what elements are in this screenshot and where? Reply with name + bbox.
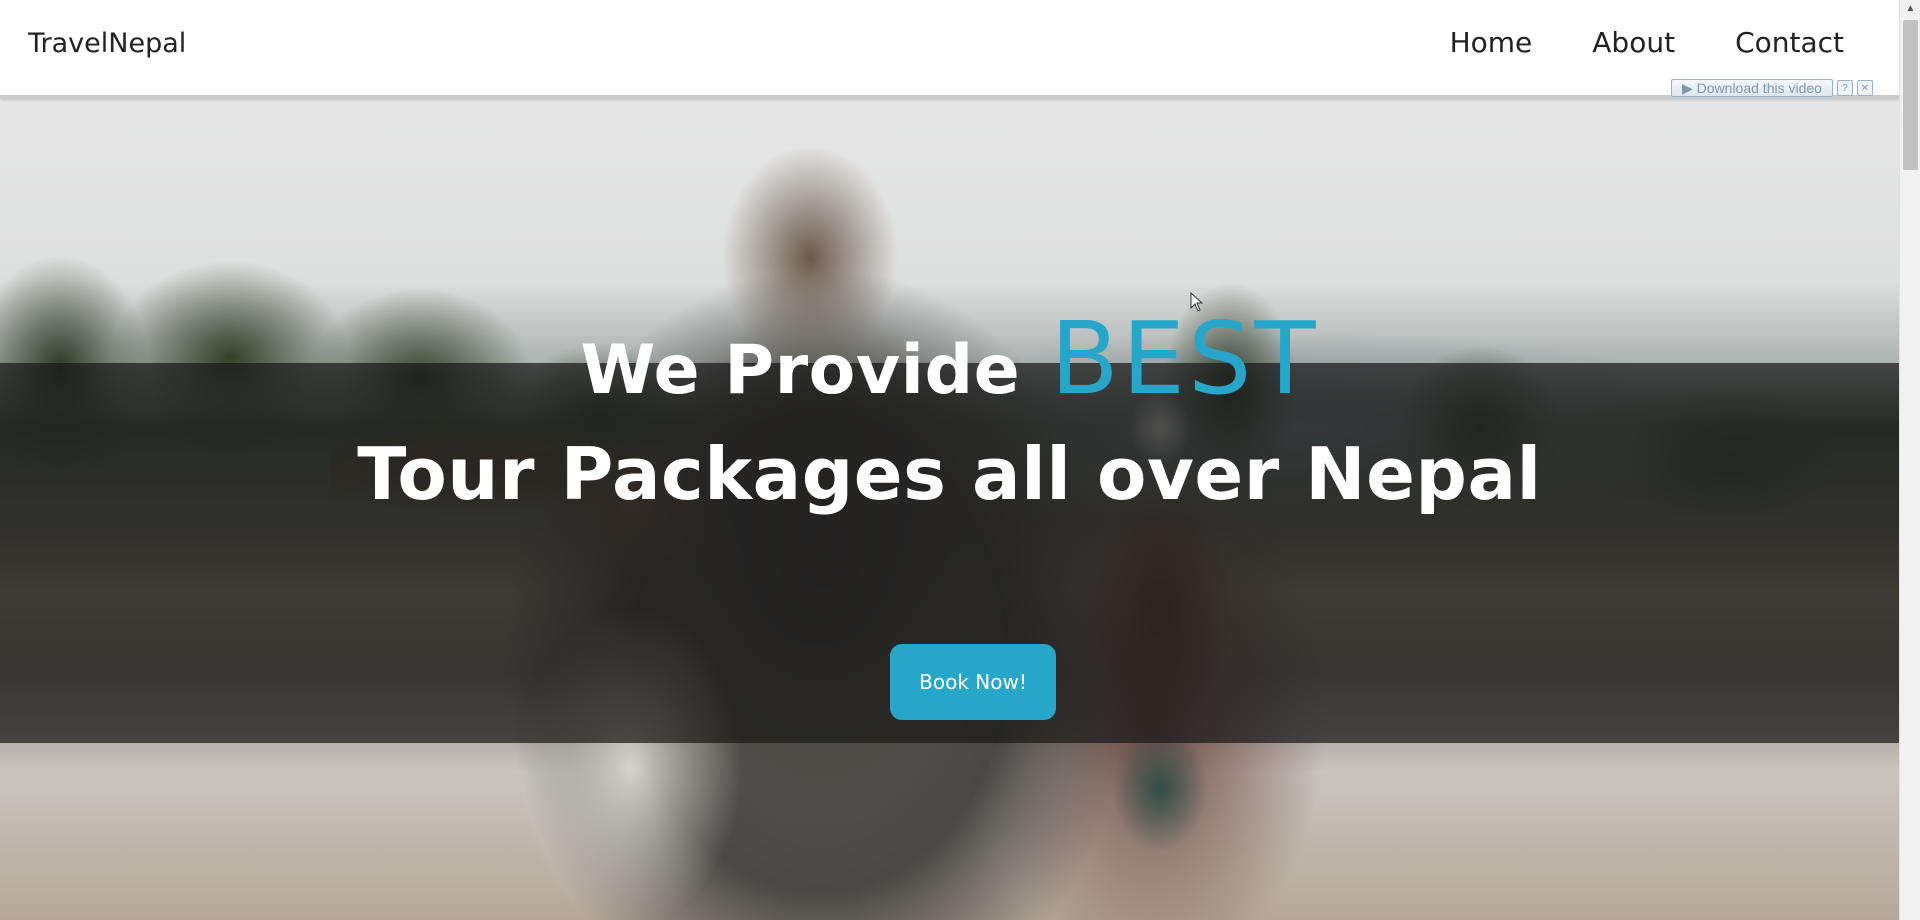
nav-links: Home About Contact	[1450, 26, 1844, 59]
download-video-label: ▶ Download this video	[1682, 79, 1822, 96]
mouse-pointer-icon	[1190, 292, 1204, 312]
video-download-toolbar: ▶ Download this video ? ✕	[1671, 78, 1911, 98]
book-now-button[interactable]: Book Now!	[890, 644, 1056, 720]
download-video-button[interactable]: ▶ Download this video	[1671, 79, 1833, 97]
nav-link-contact[interactable]: Contact	[1735, 26, 1844, 59]
page-scrollbar[interactable]: ▲	[1899, 0, 1920, 920]
scrollbar-thumb[interactable]	[1903, 20, 1918, 170]
headline-prefix: We Provide	[580, 331, 1021, 410]
download-help-button[interactable]: ?	[1836, 80, 1853, 96]
hero-headline: We Provide BEST Tour Packages all over Ne…	[0, 300, 1899, 516]
chevron-up-icon[interactable]: ▲	[1904, 2, 1917, 15]
headline-accent: BEST	[1050, 300, 1319, 417]
download-close-button[interactable]: ✕	[1856, 80, 1873, 96]
headline-line-1: We Provide BEST	[0, 300, 1899, 418]
nav-link-about[interactable]: About	[1592, 26, 1675, 59]
navbar: TravelNepal Home About Contact	[0, 0, 1899, 98]
brand-logo-link[interactable]: TravelNepal	[28, 28, 186, 59]
nav-link-home[interactable]: Home	[1450, 26, 1533, 59]
headline-line-2: Tour Packages all over Nepal	[357, 432, 1542, 516]
